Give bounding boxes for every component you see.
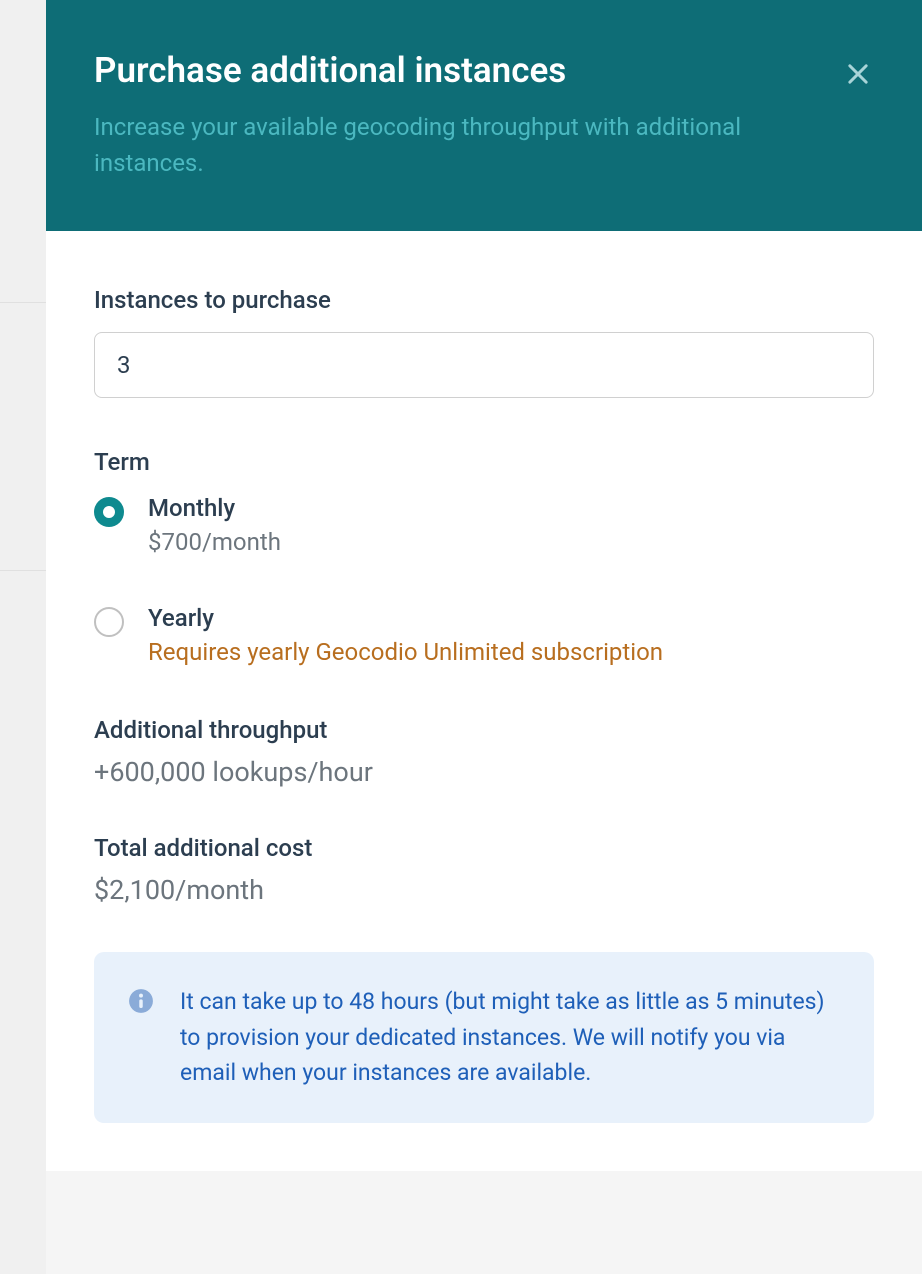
divider <box>0 570 46 571</box>
cost-label: Total additional cost <box>94 834 874 862</box>
radio-content: Monthly $700/month <box>148 494 874 556</box>
purchase-modal: Purchase additional instances Increase y… <box>46 0 922 1171</box>
info-text: It can take up to 48 hours (but might ta… <box>180 984 840 1091</box>
modal-subtitle: Increase your available geocoding throug… <box>94 109 834 181</box>
term-option-sublabel: $700/month <box>148 528 874 556</box>
term-field-group: Term Monthly $700/month Yearly Requires … <box>94 448 874 666</box>
term-option-label: Monthly <box>148 494 874 522</box>
term-option-sublabel: Requires yearly Geocodio Unlimited subsc… <box>148 638 874 666</box>
cost-summary: Total additional cost $2,100/month <box>94 834 874 906</box>
term-option-monthly[interactable]: Monthly $700/month <box>94 494 874 556</box>
term-option-label: Yearly <box>148 604 874 632</box>
radio-content: Yearly Requires yearly Geocodio Unlimite… <box>148 604 874 666</box>
instances-field-group: Instances to purchase <box>94 286 874 398</box>
throughput-value: +600,000 lookups/hour <box>94 756 874 788</box>
modal-title: Purchase additional instances <box>94 50 874 91</box>
instances-label: Instances to purchase <box>94 286 874 314</box>
modal-header: Purchase additional instances Increase y… <box>46 0 922 231</box>
term-radio-group: Monthly $700/month Yearly Requires yearl… <box>94 494 874 666</box>
close-icon <box>844 60 872 88</box>
term-label: Term <box>94 448 874 476</box>
radio-selected-icon <box>94 497 124 527</box>
modal-backdrop <box>0 0 46 1274</box>
radio-unselected-icon <box>94 607 124 637</box>
info-icon <box>128 988 154 1014</box>
divider <box>0 302 46 303</box>
close-button[interactable] <box>842 58 874 90</box>
modal-body: Instances to purchase Term Monthly $700/… <box>46 231 922 1171</box>
info-box: It can take up to 48 hours (but might ta… <box>94 952 874 1123</box>
throughput-summary: Additional throughput +600,000 lookups/h… <box>94 716 874 788</box>
cost-value: $2,100/month <box>94 874 874 906</box>
instances-input[interactable] <box>94 332 874 398</box>
term-option-yearly[interactable]: Yearly Requires yearly Geocodio Unlimite… <box>94 604 874 666</box>
throughput-label: Additional throughput <box>94 716 874 744</box>
